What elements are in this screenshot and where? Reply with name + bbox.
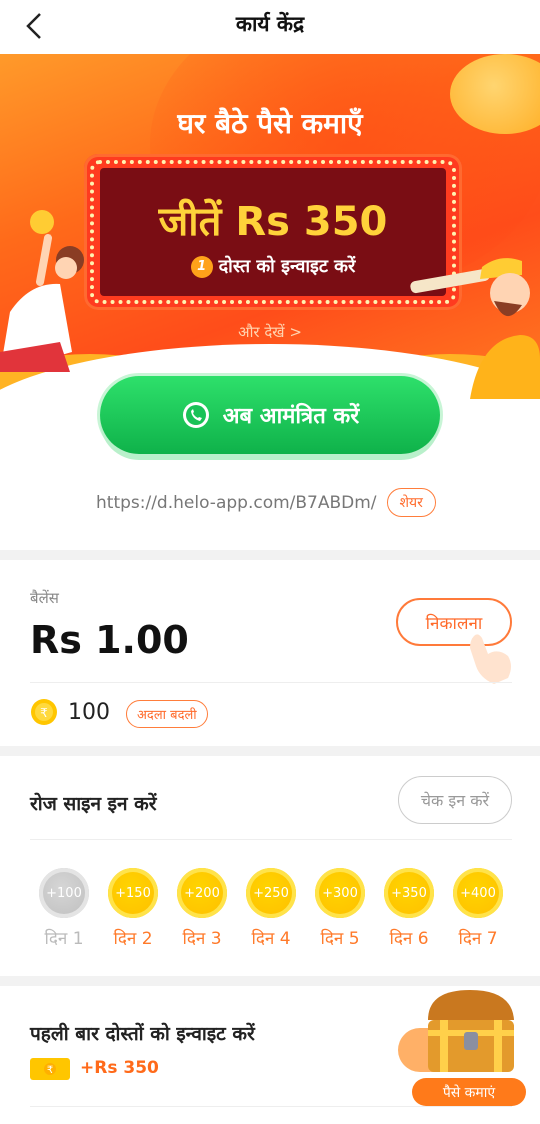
day-coin-icon: +250	[246, 868, 296, 918]
exchange-button[interactable]: अदला बदली	[126, 700, 208, 728]
cash-note-icon: ₹	[30, 1058, 70, 1080]
day-label: दिन 5	[320, 929, 360, 949]
invite-now-label: अब आमंत्रित करें	[222, 404, 360, 429]
earn-money-button[interactable]: पैसे कमाएं	[412, 1078, 526, 1106]
checkin-day: +100 दिन 1	[36, 868, 92, 949]
day-coin-icon: +150	[108, 868, 158, 918]
coin-count: 100	[68, 700, 110, 725]
daily-checkin-card: रोज साइन इन करें चेक इन करें +100 दिन 1 …	[0, 756, 540, 976]
whatsapp-icon	[182, 402, 209, 428]
checkin-days: +100 दिन 1 +150 दिन 2 +200 दिन 3 +250 दि…	[36, 868, 506, 958]
checkin-day: +300 दिन 5	[312, 868, 368, 949]
day-label: दिन 7	[458, 929, 498, 949]
page-title: कार्य केंद्र	[235, 12, 305, 36]
first-invite-reward: +Rs 350	[80, 1058, 159, 1078]
day-label: दिन 1	[44, 929, 84, 949]
day-coin-icon: +100	[39, 868, 89, 918]
step-number-badge: 1	[190, 256, 213, 278]
checkin-title: रोज साइन इन करें	[30, 793, 157, 815]
banner-headline: घर बैठे पैसे कमाएँ	[177, 107, 363, 140]
checkin-day: +200 दिन 3	[174, 868, 230, 949]
checkin-day: +400 दिन 7	[450, 868, 506, 949]
share-button[interactable]: शेयर	[386, 488, 436, 517]
checkin-button[interactable]: चेक इन करें	[398, 776, 512, 824]
balance-card: बैलेंस Rs 1.00 निकालना ₹ 100 अदला बदली	[0, 560, 540, 746]
coin-icon: ₹	[31, 699, 57, 725]
pointing-hand-icon	[470, 634, 511, 684]
treasure-chest-icon	[428, 990, 514, 1072]
promo-banner: घर बैठे पैसे कमाएँ जीतें Rs 350 1 दोस्त क…	[0, 54, 540, 404]
first-invite-card: पहली बार दोस्तों को इन्वाइट करें ₹ +Rs 3…	[0, 986, 540, 1124]
svg-text:₹: ₹	[40, 706, 48, 720]
checkin-day: +150 दिन 2	[105, 868, 161, 949]
day-coin-icon: +300	[315, 868, 365, 918]
day-label: दिन 2	[113, 929, 153, 949]
prize-marquee: जीतें Rs 350 1 दोस्त को इन्वाइट करें	[84, 154, 462, 310]
checkin-day: +350 दिन 6	[381, 868, 437, 949]
top-bar: कार्य केंद्र	[0, 0, 540, 54]
invite-link[interactable]: https://d.helo-app.com/B7ABDm/	[96, 493, 377, 513]
woman-with-coin-illustration	[0, 210, 84, 372]
day-label: दिन 6	[389, 929, 429, 949]
day-coin-icon: +200	[177, 868, 227, 918]
balance-value: Rs 1.00	[30, 618, 189, 662]
prize-subtitle: 1 दोस्त को इन्वाइट करें	[84, 254, 462, 278]
prize-title: जीतें Rs 350	[158, 199, 388, 245]
svg-text:₹: ₹	[47, 1065, 53, 1076]
see-more-link[interactable]: और देखें >	[0, 322, 540, 342]
prize-subtitle-text: दोस्त को इन्वाइट करें	[218, 256, 356, 277]
day-label: दिन 4	[251, 929, 291, 949]
day-coin-icon: +350	[384, 868, 434, 918]
day-coin-icon: +400	[453, 868, 503, 918]
first-invite-title: पहली बार दोस्तों को इन्वाइट करें	[30, 1023, 255, 1045]
invite-now-button[interactable]: अब आमंत्रित करें	[100, 376, 440, 454]
balance-label: बैलेंस	[30, 589, 59, 607]
checkin-day: +250 दिन 4	[243, 868, 299, 949]
day-label: दिन 3	[182, 929, 222, 949]
